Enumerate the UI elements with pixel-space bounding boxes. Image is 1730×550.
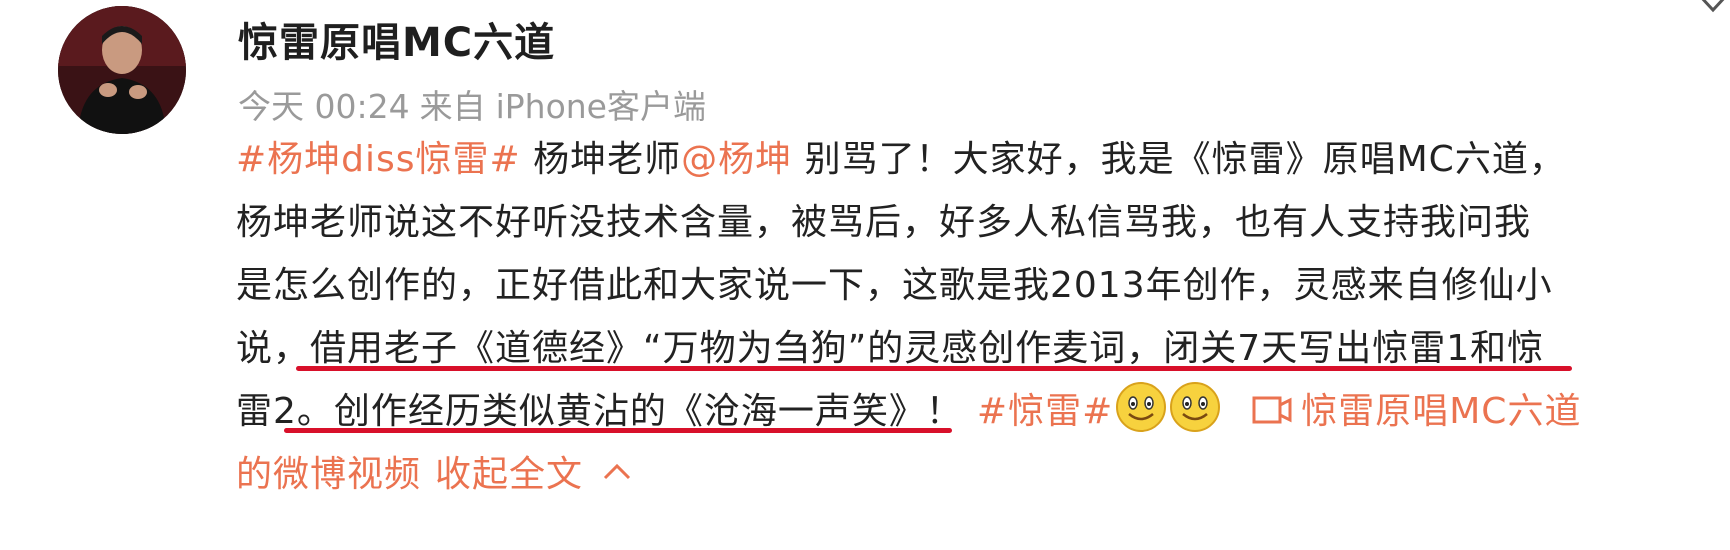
content-line-6: 的微博视频 收起全文 bbox=[236, 443, 1726, 506]
source-prefix: 来自 bbox=[419, 87, 486, 126]
chevron-up-icon[interactable] bbox=[601, 460, 633, 482]
post-source[interactable]: iPhone客户端 bbox=[496, 87, 706, 126]
post-time[interactable]: 今天 00:24 bbox=[238, 87, 410, 126]
content-line-5: 雷2。创作经历类似黄沾的《沧海一声笑》！ #惊雷# 惊雷原唱MC六道 bbox=[236, 380, 1726, 443]
hashtag-link[interactable]: #惊雷# bbox=[977, 391, 1113, 432]
smile-emoji-icon bbox=[1116, 382, 1167, 432]
avatar[interactable] bbox=[58, 6, 186, 134]
hashtag-link[interactable]: #杨坤diss惊雷# bbox=[236, 139, 521, 180]
video-link[interactable]: 的微博视频 bbox=[236, 454, 421, 495]
content-line-1: #杨坤diss惊雷# 杨坤老师@杨坤 别骂了！大家好，我是《惊雷》原唱MC六道， bbox=[236, 128, 1726, 191]
post-meta: 今天 00:24 来自 iPhone客户端 bbox=[238, 80, 716, 128]
content-text: 杨坤老师 bbox=[520, 139, 682, 180]
chevron-down-icon[interactable] bbox=[1696, 0, 1730, 24]
highlight-underline bbox=[296, 366, 1572, 371]
content-line-2: 杨坤老师说这不好听没技术含量，被骂后，好多人私信骂我，也有人支持我问我 bbox=[236, 202, 1532, 243]
highlight-underline bbox=[284, 428, 952, 433]
smile-emoji-icon bbox=[1170, 382, 1221, 432]
content-line-3: 是怎么创作的，正好借此和大家说一下，这歌是我2013年创作，灵感来自修仙小 bbox=[236, 265, 1553, 306]
username[interactable]: 惊雷原唱MC六道 bbox=[238, 10, 555, 68]
collapse-link[interactable]: 收起全文 bbox=[435, 454, 583, 495]
mention-link[interactable]: @杨坤 bbox=[681, 139, 792, 180]
content-text: 雷2。创作经历类似黄沾的《沧海一声笑》！ bbox=[236, 391, 963, 432]
post-content: #杨坤diss惊雷# 杨坤老师@杨坤 别骂了！大家好，我是《惊雷》原唱MC六道，… bbox=[236, 128, 1726, 506]
video-icon[interactable] bbox=[1251, 393, 1293, 427]
video-link[interactable]: 惊雷原唱MC六道 bbox=[1301, 391, 1581, 432]
content-text: 别骂了！大家好，我是《惊雷》原唱MC六道， bbox=[792, 139, 1566, 180]
